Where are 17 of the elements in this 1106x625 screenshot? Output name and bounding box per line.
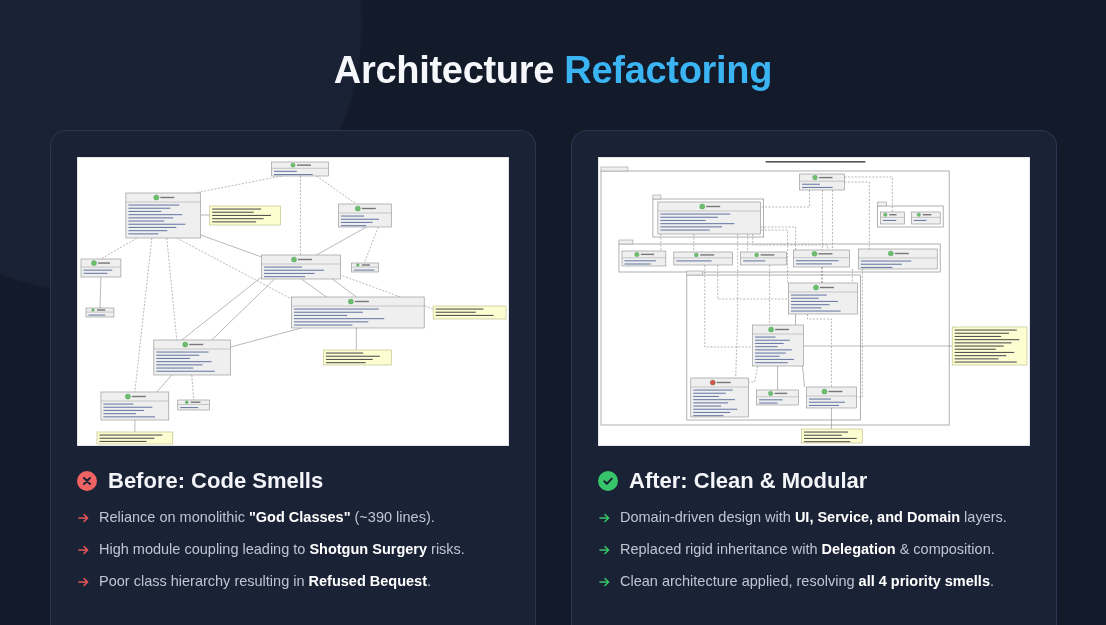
bullet-text: High module coupling leading to Shotgun Surgery risks. <box>99 540 465 560</box>
bullet-text: Poor class hierarchy resulting in Refused Bequest. <box>99 572 432 592</box>
bullet-text: Clean architecture applied, resolving all 4 priority smells. <box>620 572 994 592</box>
bullet-text: Replaced rigid inheritance with Delegation & composition. <box>620 540 995 560</box>
arrow-icon <box>599 577 610 587</box>
arrow-icon <box>599 545 610 555</box>
bullet-text: Reliance on monolithic "God Classes" (~390 lines). <box>99 508 435 528</box>
bullet-text: Domain-driven design with UI, Service, and Domain layers. <box>620 508 1007 528</box>
cross-circle-icon <box>77 471 97 491</box>
arrow-icon <box>78 513 89 523</box>
arrow-icon <box>78 545 89 555</box>
section-heading: Before: Code Smells <box>108 467 324 495</box>
check-circle-icon <box>598 471 618 491</box>
slide-title: Architecture Refactoring <box>332 49 774 91</box>
section-heading: After: Clean & Modular <box>629 467 868 495</box>
arrow-icon <box>78 577 89 587</box>
arrow-icon <box>599 513 610 523</box>
